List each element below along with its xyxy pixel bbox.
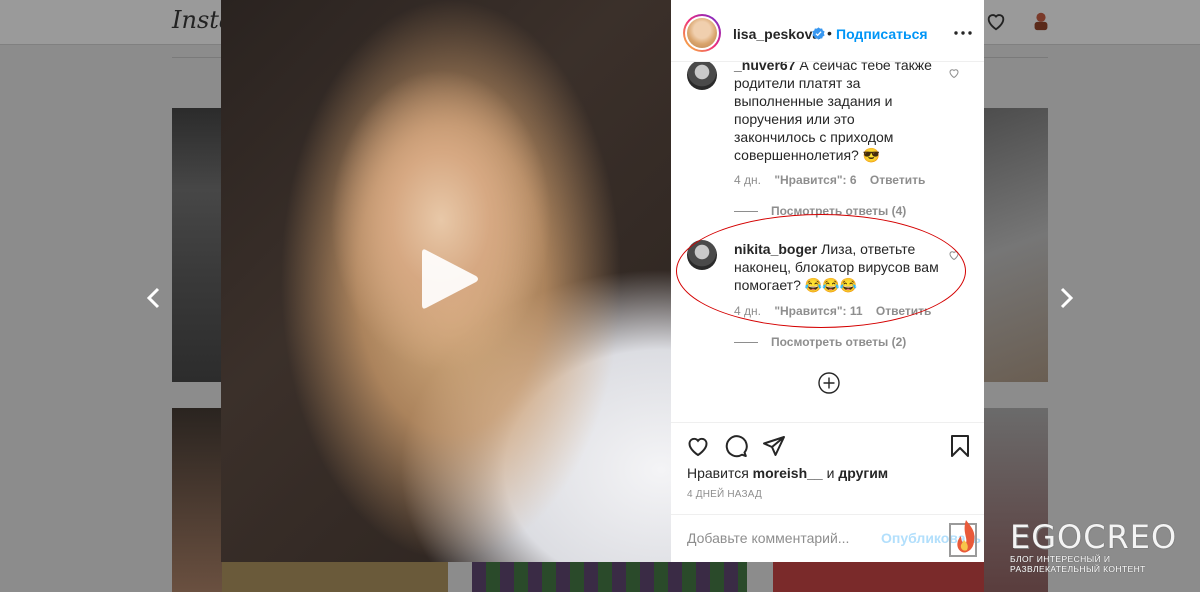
- profile-avatar-icon[interactable]: [1030, 10, 1052, 32]
- comment-input[interactable]: Добавьте комментарий...: [687, 530, 849, 546]
- likes-summary: Нравится moreish__ и другим: [687, 465, 888, 481]
- post-header: lisa_peskova • Подписаться: [671, 0, 984, 62]
- liked-by-username[interactable]: moreish__: [753, 465, 823, 481]
- save-bookmark-icon[interactable]: [948, 434, 972, 458]
- background-grid-tile[interactable]: [172, 108, 222, 382]
- replies-divider: [734, 342, 758, 343]
- comment-bubble-icon[interactable]: [724, 434, 748, 458]
- comment-reply-button[interactable]: Ответить: [870, 173, 925, 187]
- liked-by-others-link[interactable]: другим: [838, 465, 888, 481]
- view-replies-link[interactable]: Посмотреть ответы (2): [771, 335, 906, 349]
- comment-like-heart-icon[interactable]: [948, 67, 960, 79]
- replies-divider: [734, 211, 758, 212]
- background-grid-tile[interactable]: [472, 562, 747, 592]
- watermark-tagline: БЛОГ ИНТЕРЕСНЫЙ И РАЗВЛЕКАТЕЛЬНЫЙ КОНТЕН…: [1010, 554, 1146, 574]
- share-paper-plane-icon[interactable]: [762, 434, 786, 458]
- comment-meta: 4 дн. "Нравится": 6 Ответить: [734, 173, 935, 187]
- highlight-ellipse: [676, 214, 966, 328]
- heart-icon[interactable]: [985, 10, 1007, 32]
- comment-body: А сейчас тебе также родители платят за в…: [734, 62, 932, 163]
- load-more-comments-icon[interactable]: [818, 372, 840, 394]
- likes-and: и: [826, 465, 835, 481]
- post-date[interactable]: 4 ДНЕЙ НАЗАД: [687, 489, 762, 500]
- likes-prefix: Нравится: [687, 465, 749, 481]
- verified-badge-icon: [812, 27, 825, 40]
- background-grid-tile[interactable]: [984, 108, 1048, 382]
- post-video[interactable]: [221, 0, 671, 562]
- previous-post-arrow-icon[interactable]: [144, 286, 164, 310]
- watermark-brand: EGOCREO: [1010, 518, 1178, 556]
- comment-likes-count[interactable]: "Нравится": 6: [774, 173, 856, 187]
- background-grid-tile[interactable]: [172, 408, 222, 592]
- author-username[interactable]: lisa_peskova: [733, 26, 820, 42]
- commenter-avatar[interactable]: [687, 62, 717, 90]
- background-grid-tile[interactable]: [222, 562, 448, 592]
- author-avatar[interactable]: [683, 14, 721, 52]
- more-options-icon[interactable]: [954, 31, 972, 35]
- egocreo-flame-logo-icon: [949, 520, 977, 557]
- post-actions: Нравится moreish__ и другим 4 ДНЕЙ НАЗАД: [671, 422, 984, 514]
- like-heart-icon[interactable]: [686, 434, 710, 458]
- comment-age: 4 дн.: [734, 173, 761, 187]
- play-icon[interactable]: [420, 246, 480, 312]
- comment-username[interactable]: _nuver67: [734, 62, 795, 73]
- comment-text: _nuver67 А сейчас тебе также родители пл…: [734, 62, 934, 164]
- add-comment-bar: Добавьте комментарий... Опубликовать: [671, 514, 984, 562]
- background-grid-tile[interactable]: [773, 562, 984, 592]
- next-post-arrow-icon[interactable]: [1056, 286, 1076, 310]
- header-separator: •: [827, 25, 832, 41]
- follow-button[interactable]: Подписаться: [836, 26, 928, 42]
